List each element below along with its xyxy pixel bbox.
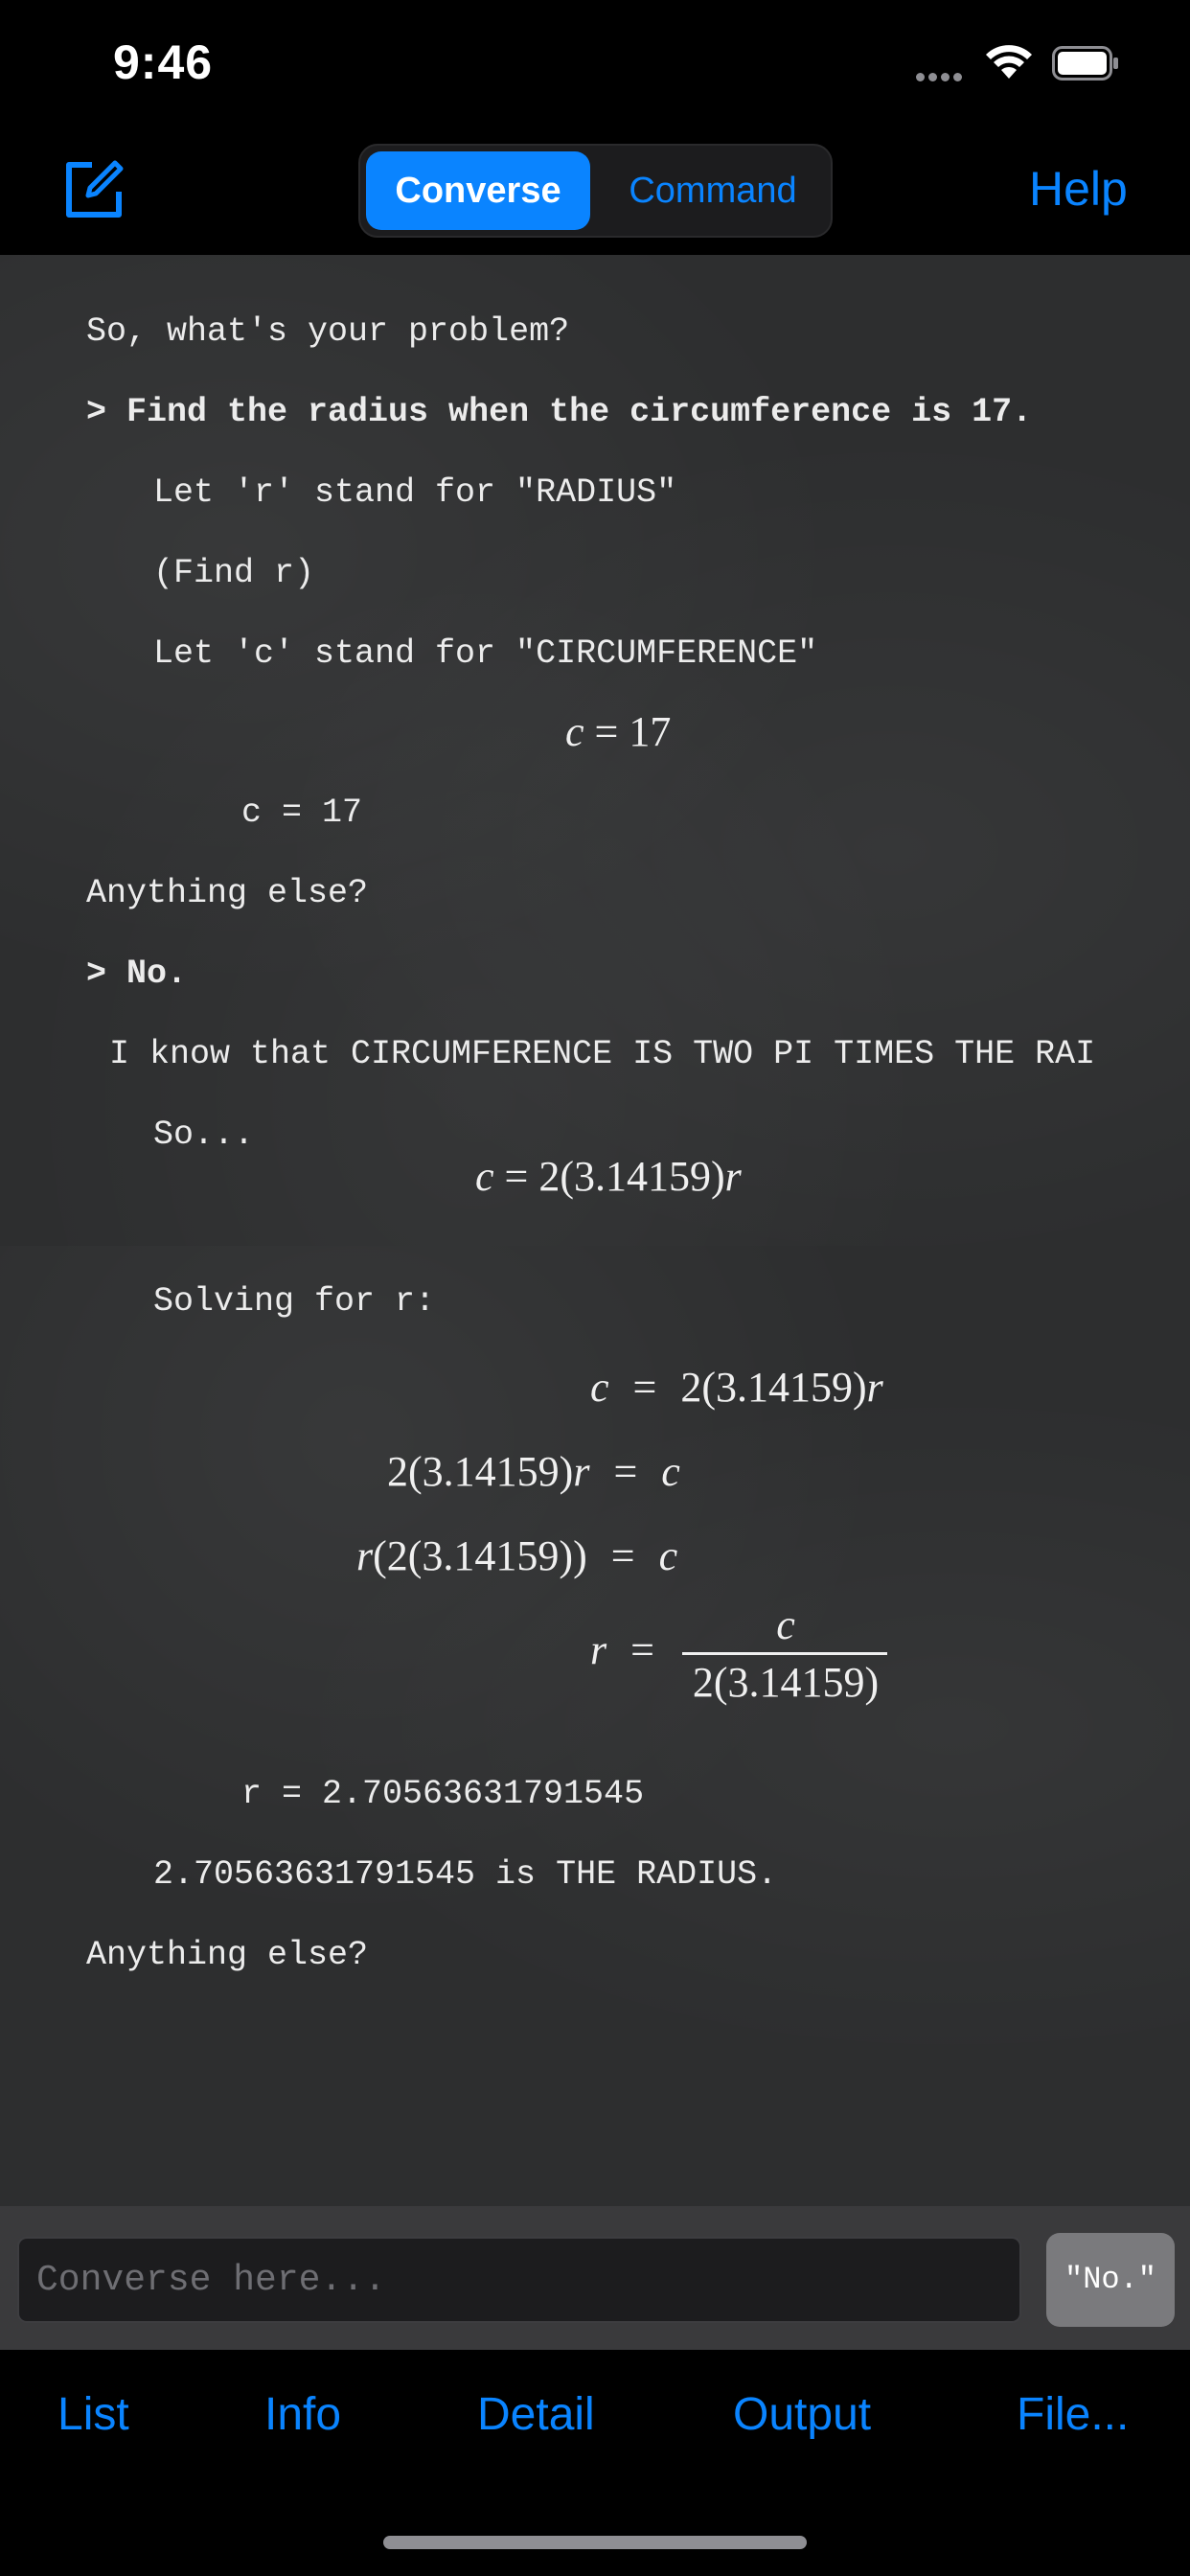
math-numerator: c [776,1601,795,1648]
math-lhs: (2(3.14159)) [373,1532,587,1579]
nav-bar: Converse Command Help [0,134,1190,255]
math-equation: r(2(3.14159)) = c [356,1531,677,1580]
transcript-board: So, what's your problem? > Find the radi… [0,255,1190,1246]
segment-command[interactable]: Command [602,151,824,230]
wifi-icon [986,45,1032,79]
fraction-bar [682,1652,887,1655]
transcript-line: I know that CIRCUMFERENCE IS TWO PI TIME… [109,1035,1096,1073]
math-equation: c = 17 [565,707,671,756]
home-indicator [383,2536,807,2549]
math-equation: r = [590,1625,654,1674]
input-bar: "No." [0,2206,1190,2350]
toolbar-detail-button[interactable]: Detail [477,2388,595,2441]
math-rhs: = 17 [594,708,672,755]
math-eq: = [610,1532,635,1579]
math-lhs: c [565,708,584,755]
transcript-line: So, what's your problem? [86,312,570,351]
transcript-line: Let 'c' stand for "CIRCUMFERENCE" [153,634,818,673]
segment-converse[interactable]: Converse [366,151,590,230]
math-lhs: c [590,1364,609,1411]
toolbar-file-button[interactable]: File... [1017,2388,1129,2441]
quick-reply-button[interactable]: "No." [1046,2233,1175,2327]
compose-icon[interactable] [59,155,126,222]
transcript-continuation: Solving for r: c = 2(3.14159)r 2(3.14159… [0,1246,1190,2206]
signal-icon [916,69,966,86]
math-equation: 2(3.14159)r = c [387,1447,680,1496]
transcript-line: (Find r) [153,554,315,592]
toolbar-list-button[interactable]: List [57,2388,129,2441]
converse-input[interactable] [17,2237,1021,2323]
user-input-line: > No. [86,954,188,993]
mode-segmented-control: Converse Command [358,144,833,238]
math-var: r [866,1364,883,1411]
math-equation: c = 2(3.14159)r [475,1152,742,1201]
math-eq: = [630,1626,654,1673]
math-var: r [724,1153,742,1200]
math-var: r [573,1448,590,1495]
math-var: r [356,1532,374,1579]
transcript-line: Solving for r: [153,1282,436,1321]
fraction-denominator: 2(3.14159) [692,1659,880,1706]
math-equation: c = 2(3.14159)r [590,1363,883,1412]
transcript-line: r = 2.70563631791545 [241,1775,645,1813]
transcript-line: Let 'r' stand for "RADIUS" [153,473,677,512]
math-rhs: c [658,1532,678,1579]
transcript-line: Anything else? [86,1936,369,1974]
transcript-line: Anything else? [86,874,369,912]
transcript-line: 2.70563631791545 is THE RADIUS. [153,1855,778,1894]
transcript-line: So... [153,1116,255,1154]
math-rhs: 2(3.14159) [680,1364,867,1411]
status-bar: 9:46 [0,0,1190,134]
math-lhs: c [475,1153,494,1200]
math-eq: = [632,1364,657,1411]
math-lhs: 2(3.14159) [387,1448,574,1495]
math-eq: = [613,1448,638,1495]
status-time: 9:46 [113,35,214,89]
fraction-numerator: c [684,1600,887,1649]
help-button[interactable]: Help [1029,161,1128,217]
math-lhs: r [590,1626,607,1673]
math-rhs: c [661,1448,680,1495]
toolbar-output-button[interactable]: Output [733,2388,871,2441]
battery-icon [1052,46,1118,80]
toolbar-info-button[interactable]: Info [264,2388,341,2441]
user-input-line: > Find the radius when the circumference… [86,393,1033,431]
math-rhs: = 2(3.14159) [504,1153,725,1200]
transcript-line: c = 17 [241,794,363,832]
